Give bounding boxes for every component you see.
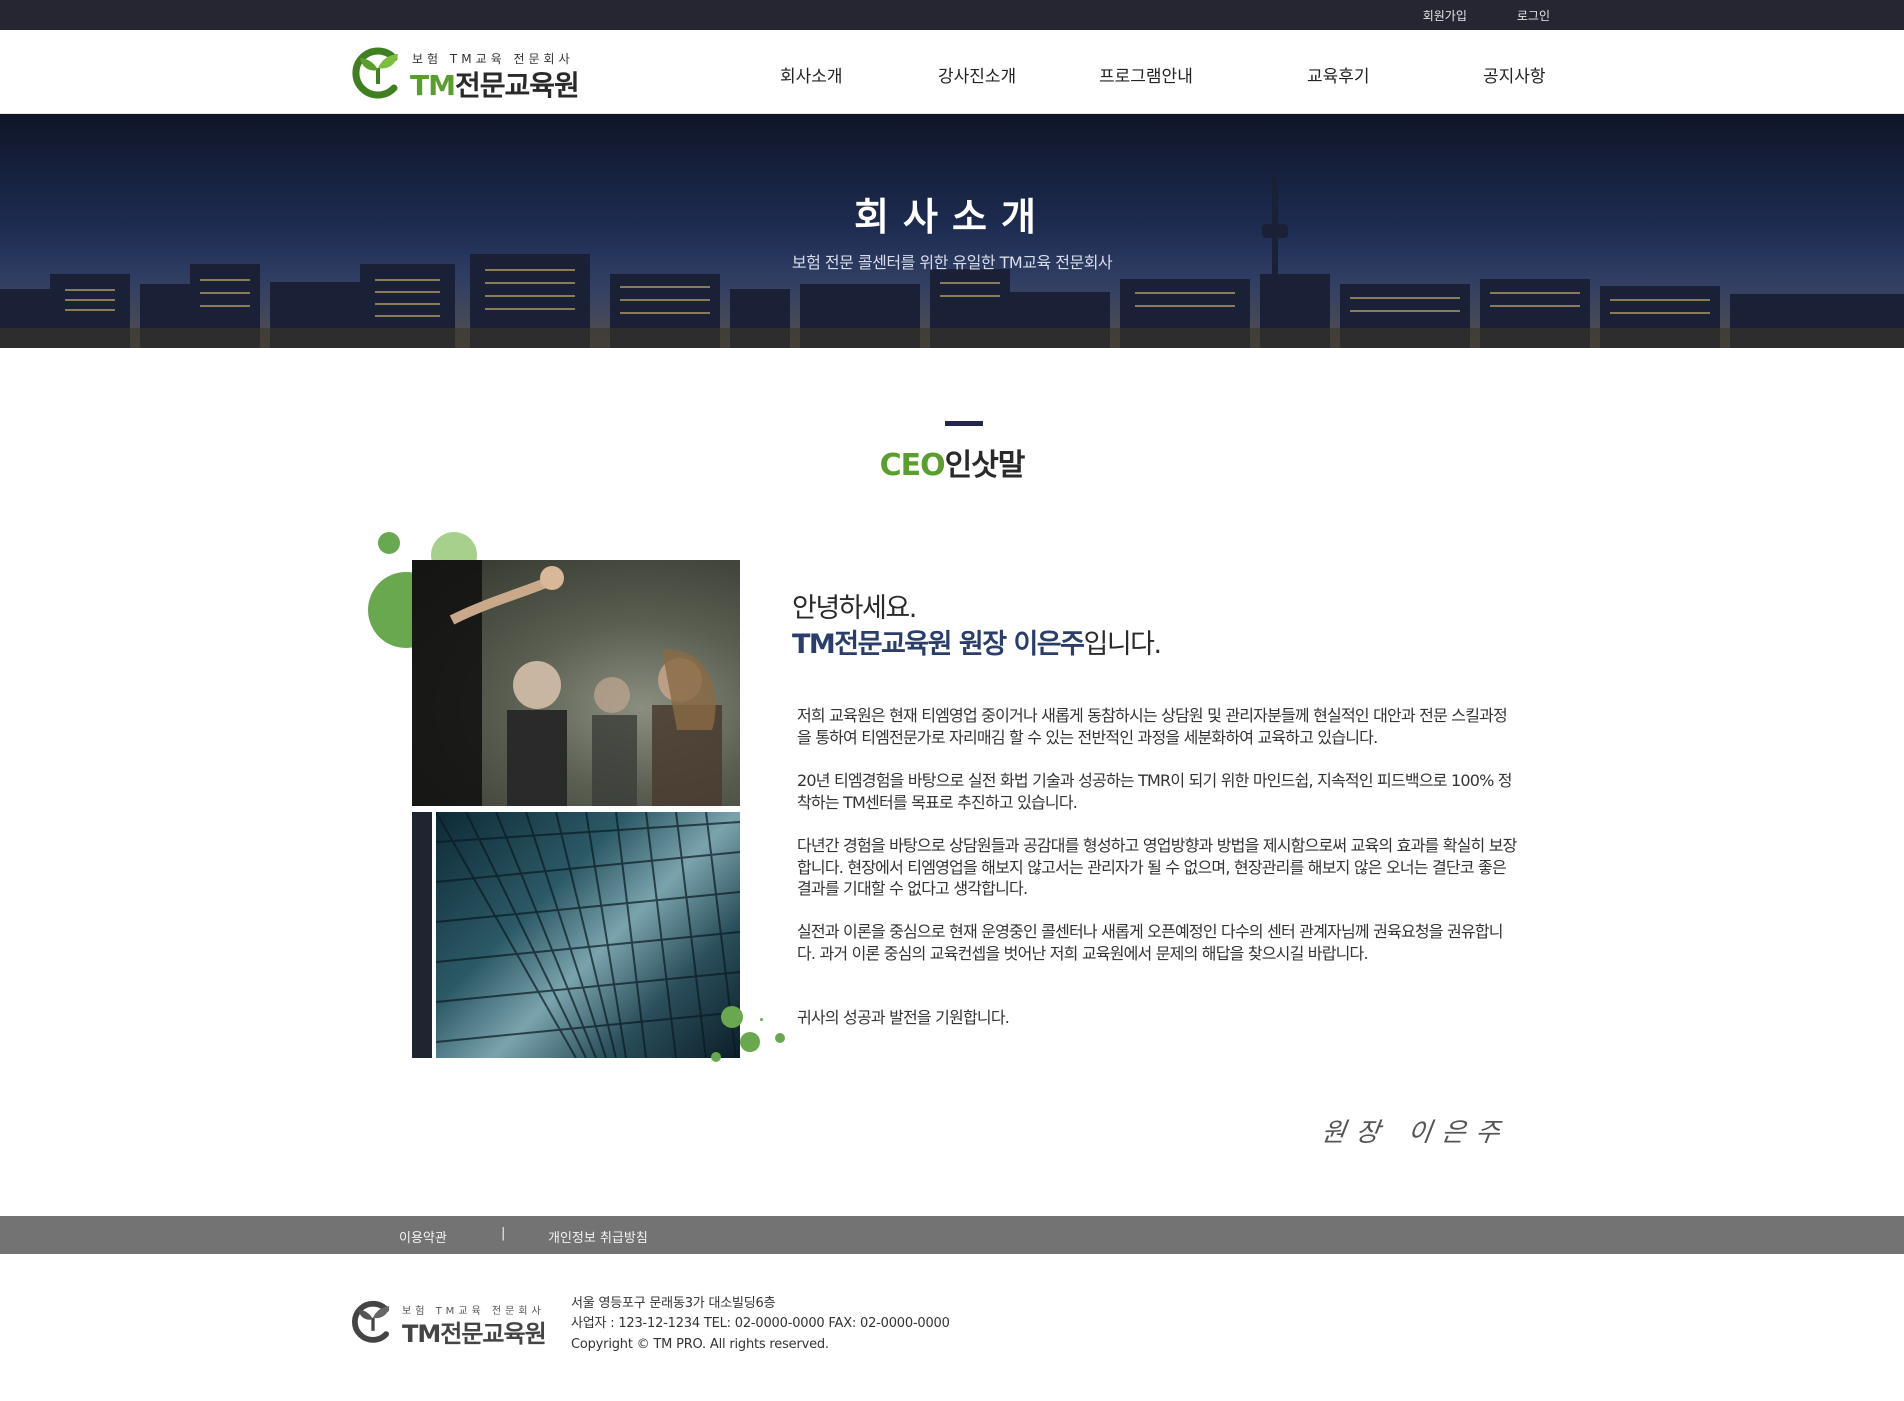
decor-dot xyxy=(775,1033,785,1043)
message-paragraph-5: 귀사의 성공과 발전을 기원합니다. xyxy=(797,1008,1010,1027)
main-nav: 회사소개 강사진소개 프로그램안내 교육후기 공지사항 xyxy=(0,30,1904,114)
hero-banner: 회사소개 보험 전문 콜센터를 위한 유일한 TM교육 전문회사 xyxy=(0,114,1904,348)
message-paragraph-1: 저희 교육원은 현재 티엠영업 중이거나 새롭게 동참하시는 상담원 및 관리자… xyxy=(797,706,1508,747)
decor-dot xyxy=(740,1032,760,1052)
greeting-name-line: TM전문교육원 원장 이은주입니다. xyxy=(792,622,1163,661)
seminar-photo-image xyxy=(412,560,722,806)
section-title-accent: CEO xyxy=(879,448,946,483)
footer-link-bar: 이용약관 | 개인정보 취급방침 xyxy=(0,1216,1904,1254)
decor-dot xyxy=(711,1052,721,1062)
greeting-highlight: TM전문교육원 원장 이은주 xyxy=(792,629,1085,660)
message-paragraph-3: 다년간 경험을 바탕으로 상담원들과 공감대를 형성하고 영업방향과 방법을 제… xyxy=(797,836,1517,898)
section-title: CEO인삿말 xyxy=(0,440,1904,484)
footer-link-separator: | xyxy=(501,1226,506,1241)
greeting-line: 안녕하세요. xyxy=(792,593,917,624)
message-paragraph-4: 실전과 이론을 중심으로 현재 운영중인 콜센터나 새롭게 오픈예정인 다수의 … xyxy=(797,922,1503,963)
building-photo-image xyxy=(436,812,740,1058)
nav-item-instructors[interactable]: 강사진소개 xyxy=(938,62,1016,87)
login-link[interactable]: 로그인 xyxy=(1517,7,1550,24)
ceo-signature: 원장 이은주 xyxy=(1319,1118,1512,1148)
hero-title: 회사소개 xyxy=(854,195,1050,239)
decor-dot xyxy=(760,1018,763,1021)
greeting-suffix: 입니다. xyxy=(1083,629,1163,660)
nav-item-reviews[interactable]: 교육후기 xyxy=(1307,62,1370,87)
footer-logo-sprout-icon xyxy=(352,1300,390,1343)
decor-dot xyxy=(721,1006,743,1028)
footer-address: 서울 영등포구 문래동3가 대소빌딩6층 xyxy=(571,1296,776,1311)
privacy-policy-link[interactable]: 개인정보 취급방침 xyxy=(548,1227,648,1246)
hero-subtitle: 보험 전문 콜센터를 위한 유일한 TM교육 전문회사 xyxy=(791,253,1113,272)
footer-copyright: Copyright © TM PRO. All rights reserved. xyxy=(571,1337,829,1352)
footer-business-info: 사업자 : 123-12-1234 TEL: 02-0000-0000 FAX:… xyxy=(571,1316,950,1331)
signup-link[interactable]: 회원가입 xyxy=(1423,7,1467,24)
section-title-rest: 인삿말 xyxy=(944,448,1026,483)
top-utility-bar: 회원가입 로그인 xyxy=(0,0,1904,30)
nav-item-company[interactable]: 회사소개 xyxy=(780,62,843,87)
section-title-bar xyxy=(945,421,983,426)
terms-link[interactable]: 이용약관 xyxy=(399,1227,447,1246)
message-paragraph-2: 20년 티엠경험을 바탕으로 실전 화법 기술과 성공하는 TMR이 되기 위한… xyxy=(797,771,1513,812)
footer-logo: 보험 TM교육 전문회사 TM전문교육원 xyxy=(350,1298,550,1348)
ceo-image-collage xyxy=(366,528,796,1068)
building-photo xyxy=(436,812,740,1058)
footer-logo-brand: TM전문교육원 xyxy=(402,1320,547,1348)
building-photo-strip xyxy=(412,812,432,1058)
nav-item-programs[interactable]: 프로그램안내 xyxy=(1099,62,1193,87)
decor-dot xyxy=(378,532,400,554)
seminar-photo xyxy=(412,560,740,806)
nav-item-notices[interactable]: 공지사항 xyxy=(1483,62,1546,87)
